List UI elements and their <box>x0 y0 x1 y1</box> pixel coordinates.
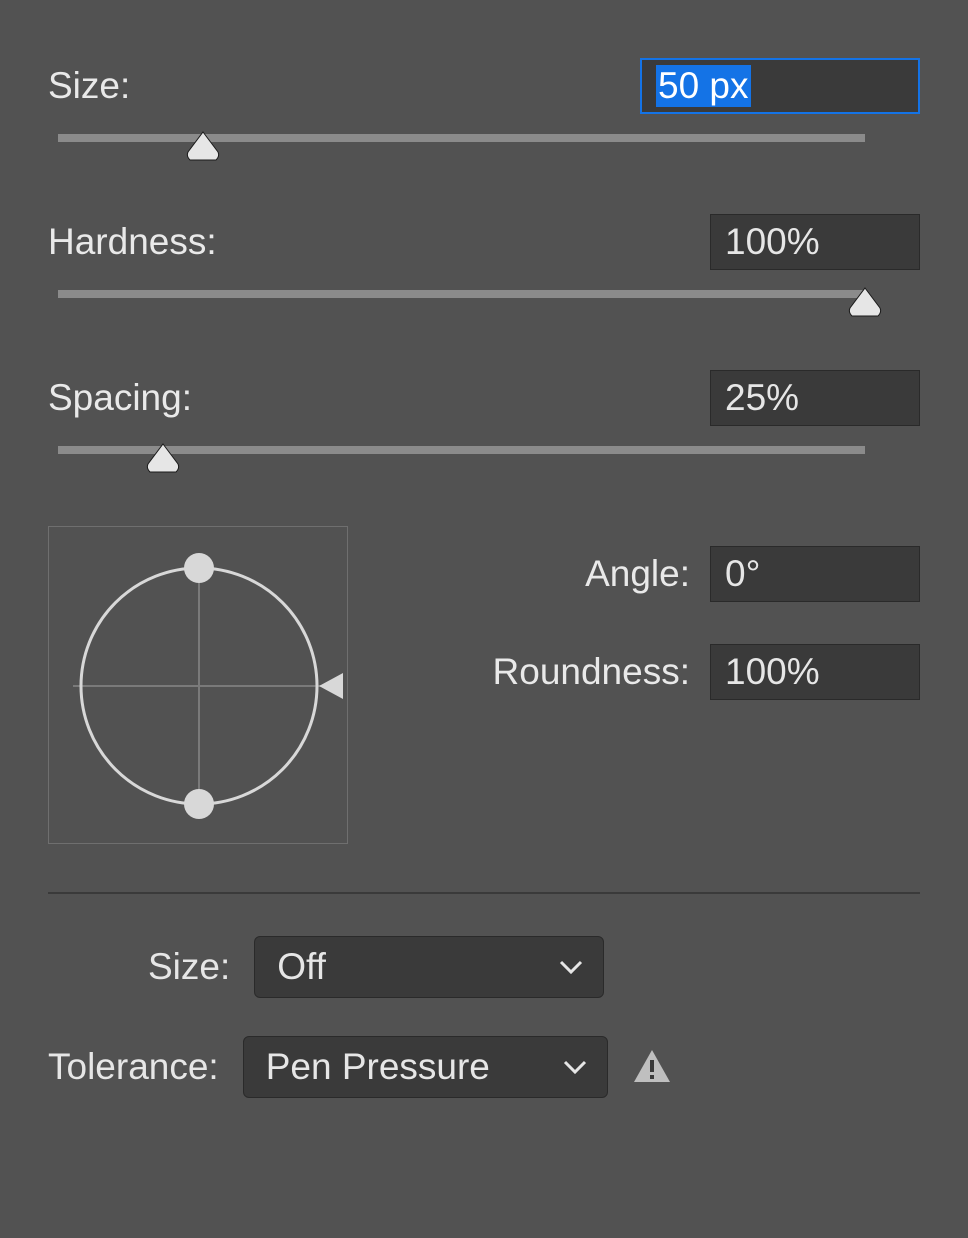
roundness-input[interactable]: 100% <box>710 644 920 700</box>
spacing-label: Spacing: <box>48 377 192 419</box>
divider <box>48 892 920 894</box>
hardness-value-text: 100% <box>725 221 820 263</box>
size-input[interactable]: 50 px <box>640 58 920 114</box>
angle-value-text: 0° <box>725 553 760 595</box>
dynamics-tolerance-label: Tolerance: <box>48 1046 219 1088</box>
hardness-slider[interactable] <box>48 290 920 330</box>
size-slider-thumb[interactable] <box>182 130 224 164</box>
dynamics-size-dropdown[interactable]: Off <box>254 936 604 998</box>
chevron-down-icon <box>559 959 583 975</box>
dynamics-tolerance-dropdown[interactable]: Pen Pressure <box>243 1036 608 1098</box>
dynamics-tolerance-value: Pen Pressure <box>266 1046 490 1088</box>
warning-icon <box>632 1048 672 1086</box>
hardness-slider-thumb[interactable] <box>844 286 886 320</box>
dynamics-size-label: Size: <box>148 946 230 988</box>
angle-label: Angle: <box>585 553 690 595</box>
hardness-label: Hardness: <box>48 221 217 263</box>
roundness-label: Roundness: <box>493 651 690 693</box>
roundness-value-text: 100% <box>725 651 820 693</box>
hardness-input[interactable]: 100% <box>710 214 920 270</box>
brush-settings-panel: Size: 50 px Hardness: 100% Spacing: 25% <box>18 18 950 1220</box>
brush-angle-widget[interactable] <box>48 526 348 844</box>
spacing-input[interactable]: 25% <box>710 370 920 426</box>
size-value-text: 50 px <box>656 65 751 107</box>
size-slider[interactable] <box>48 134 920 174</box>
angle-input[interactable]: 0° <box>710 546 920 602</box>
spacing-value-text: 25% <box>725 377 799 419</box>
spacing-slider-thumb[interactable] <box>142 442 184 476</box>
size-label: Size: <box>48 65 130 107</box>
hardness-slider-track <box>58 290 865 298</box>
spacing-slider[interactable] <box>48 446 920 486</box>
dynamics-size-value: Off <box>277 946 326 988</box>
size-slider-track <box>58 134 865 142</box>
chevron-down-icon <box>563 1059 587 1075</box>
